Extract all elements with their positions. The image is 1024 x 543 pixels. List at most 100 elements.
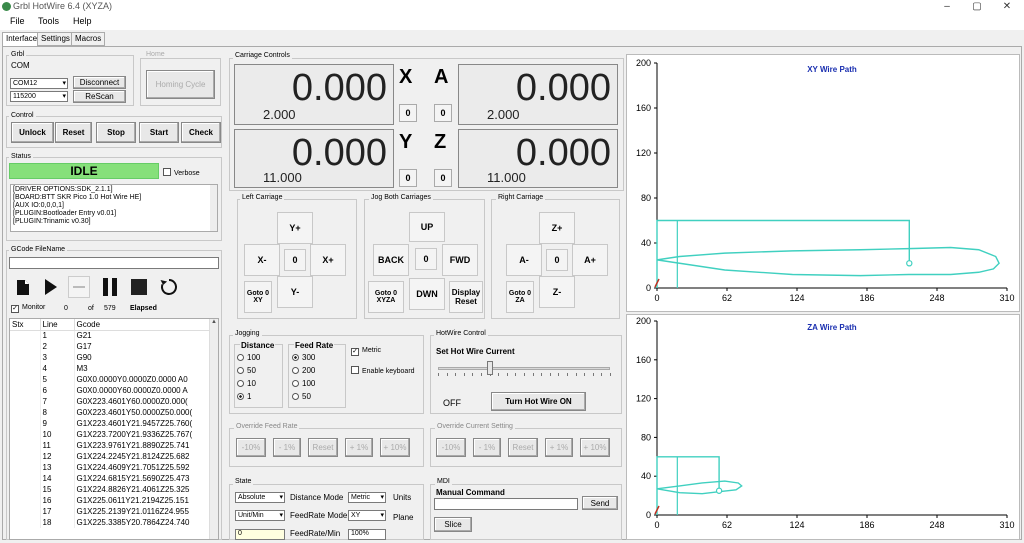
plane-select[interactable]: XY	[348, 510, 386, 521]
jog-y-plus-button[interactable]: Y+	[277, 212, 313, 244]
gcode-filename-field[interactable]	[9, 257, 219, 269]
close-button[interactable]: ✕	[992, 0, 1022, 14]
radio-dot[interactable]	[237, 367, 244, 374]
step-icon[interactable]	[68, 276, 90, 298]
distance-option-10[interactable]: 10	[237, 379, 256, 388]
table-row[interactable]: 9 G1X223.4601Y21.9457Z25.760(	[10, 418, 218, 429]
feed-option-200[interactable]: 200	[292, 366, 315, 375]
tab-interface[interactable]: Interface	[2, 32, 42, 47]
feedrate-value-field[interactable]: 0	[235, 529, 285, 540]
column-header-line[interactable]: Line	[40, 319, 75, 331]
feed-option-100[interactable]: 100	[292, 379, 315, 388]
open-file-icon[interactable]	[12, 276, 34, 298]
tab-macros[interactable]: Macros	[71, 32, 106, 46]
pause-icon[interactable]	[99, 276, 121, 298]
left-zero-button[interactable]: 0	[284, 249, 306, 271]
distance-option-1[interactable]: 1	[237, 392, 251, 401]
status-log-scrollbar[interactable]	[210, 185, 217, 231]
gcode-table-container[interactable]: Stx Line Gcode 1 G21 2 G17 3 G90 4 M3 5 G0X0.0000…	[9, 318, 219, 540]
override-current-plus-10-button[interactable]: + 10%	[580, 438, 610, 457]
column-header-gcode[interactable]: Gcode	[74, 319, 218, 331]
table-row[interactable]: 4 M3	[10, 363, 218, 374]
table-row[interactable]: 16 G1X225.0611Y21.2194Z25.151	[10, 495, 218, 506]
homing-cycle-button[interactable]: Homing Cycle	[146, 70, 215, 99]
right-zero-button[interactable]: 0	[546, 249, 568, 271]
goto0-za-button[interactable]: Goto 0 ZA	[506, 281, 534, 313]
jog-back-button[interactable]: BACK	[373, 244, 409, 276]
metric-checkbox[interactable]: ✓ Metric	[351, 347, 381, 356]
table-row[interactable]: 7 G0X223.4601Y60.0000Z0.000(	[10, 396, 218, 407]
jog-x-plus-button[interactable]: X+	[310, 244, 346, 276]
baud-rate-select[interactable]: 115200	[10, 91, 68, 102]
z-zero-button[interactable]: 0	[434, 169, 452, 187]
manual-command-input[interactable]	[434, 498, 578, 510]
table-row[interactable]: 18 G1X225.3385Y20.7864Z24.740	[10, 517, 218, 528]
table-row[interactable]: 10 G1X223.7200Y21.9336Z25.767(	[10, 429, 218, 440]
table-row[interactable]: 11 G1X223.9761Y21.8890Z25.741	[10, 440, 218, 451]
jog-up-button[interactable]: UP	[409, 212, 445, 242]
feed-option-50[interactable]: 50	[292, 392, 311, 401]
table-row[interactable]: 2 G17	[10, 341, 218, 352]
metric-check-box[interactable]: ✓	[351, 348, 359, 356]
table-row[interactable]: 14 G1X224.6815Y21.5690Z25.473	[10, 473, 218, 484]
override-current-plus-1-button[interactable]: + 1%	[545, 438, 573, 457]
override-feed-minus-10-button[interactable]: -10%	[236, 438, 266, 457]
jog-fwd-button[interactable]: FWD	[442, 244, 478, 276]
table-row[interactable]: 5 G0X0.0000Y0.0000Z0.0000 A0	[10, 374, 218, 385]
goto0-xy-button[interactable]: Goto 0 XY	[244, 281, 272, 313]
column-header-stx[interactable]: Stx	[10, 319, 41, 331]
rescan-button[interactable]: ReScan	[73, 90, 126, 103]
scroll-up-icon[interactable]: ▲	[210, 319, 218, 325]
status-log[interactable]: [DRIVER OPTIONS:SDK_2.1.1] [BOARD:BTT SK…	[10, 184, 218, 232]
enable-keyboard-check-box[interactable]	[351, 366, 359, 374]
jog-z-plus-button[interactable]: Z+	[539, 212, 575, 244]
distance-mode-select[interactable]: Absolute	[235, 492, 285, 503]
a-zero-button[interactable]: 0	[434, 104, 452, 122]
jog-a-minus-button[interactable]: A-	[506, 244, 542, 276]
start-button[interactable]: Start	[139, 122, 179, 143]
turn-hotwire-on-button[interactable]: Turn Hot Wire ON	[491, 392, 586, 411]
table-row[interactable]: 13 G1X224.4609Y21.7051Z25.592	[10, 462, 218, 473]
com-port-select[interactable]: COM12	[10, 78, 68, 89]
jog-a-plus-button[interactable]: A+	[572, 244, 608, 276]
stop-button[interactable]: Stop	[96, 122, 136, 143]
distance-option-50[interactable]: 50	[237, 366, 256, 375]
jog-x-minus-button[interactable]: X-	[244, 244, 280, 276]
table-row[interactable]: 1 G21	[10, 330, 218, 341]
radio-dot[interactable]	[292, 393, 299, 400]
radio-dot[interactable]	[292, 380, 299, 387]
hotwire-slider-thumb[interactable]	[486, 361, 493, 375]
x-zero-button[interactable]: 0	[399, 104, 417, 122]
verbose-check-box[interactable]	[163, 168, 171, 176]
table-row[interactable]: 15 G1X224.8826Y21.4061Z25.325	[10, 484, 218, 495]
table-row[interactable]: 17 G1X225.2139Y21.0116Z24.955	[10, 506, 218, 517]
radio-dot[interactable]	[237, 354, 244, 361]
both-zero-button[interactable]: 0	[415, 248, 437, 270]
hotwire-current-slider[interactable]	[438, 367, 610, 370]
table-row[interactable]: 8 G0X223.4601Y50.0000Z50.000(	[10, 407, 218, 418]
goto0-xyza-button[interactable]: Goto 0 XYZA	[368, 281, 404, 313]
table-row[interactable]: 3 G90	[10, 352, 218, 363]
monitor-check-box[interactable]: ✓	[11, 305, 19, 313]
override-current-reset-button[interactable]: Reset	[508, 438, 538, 457]
jog-y-minus-button[interactable]: Y-	[277, 276, 313, 308]
tab-settings[interactable]: Settings	[37, 32, 74, 46]
radio-dot[interactable]	[292, 354, 299, 361]
feedrate-mode-select[interactable]: Unit/Min	[235, 510, 285, 521]
override-feed-plus-10-button[interactable]: + 10%	[380, 438, 410, 457]
menu-tools[interactable]: Tools	[38, 16, 59, 26]
override-feed-plus-1-button[interactable]: + 1%	[345, 438, 373, 457]
distance-option-100[interactable]: 100	[237, 353, 260, 362]
radio-dot[interactable]	[237, 380, 244, 387]
table-row[interactable]: 6 G0X0.0000Y60.0000Z0.0000 A	[10, 385, 218, 396]
maximize-button[interactable]: ▢	[962, 0, 992, 14]
jog-down-button[interactable]: DWN	[409, 278, 445, 310]
slice-button[interactable]: Slice	[434, 517, 472, 532]
feed-option-300[interactable]: 300	[292, 353, 315, 362]
y-zero-button[interactable]: 0	[399, 169, 417, 187]
radio-dot[interactable]	[237, 393, 244, 400]
minimize-button[interactable]: –	[932, 0, 962, 14]
override-current-minus-10-button[interactable]: -10%	[436, 438, 466, 457]
display-reset-button[interactable]: Display Reset	[449, 281, 483, 313]
check-button[interactable]: Check	[181, 122, 221, 143]
